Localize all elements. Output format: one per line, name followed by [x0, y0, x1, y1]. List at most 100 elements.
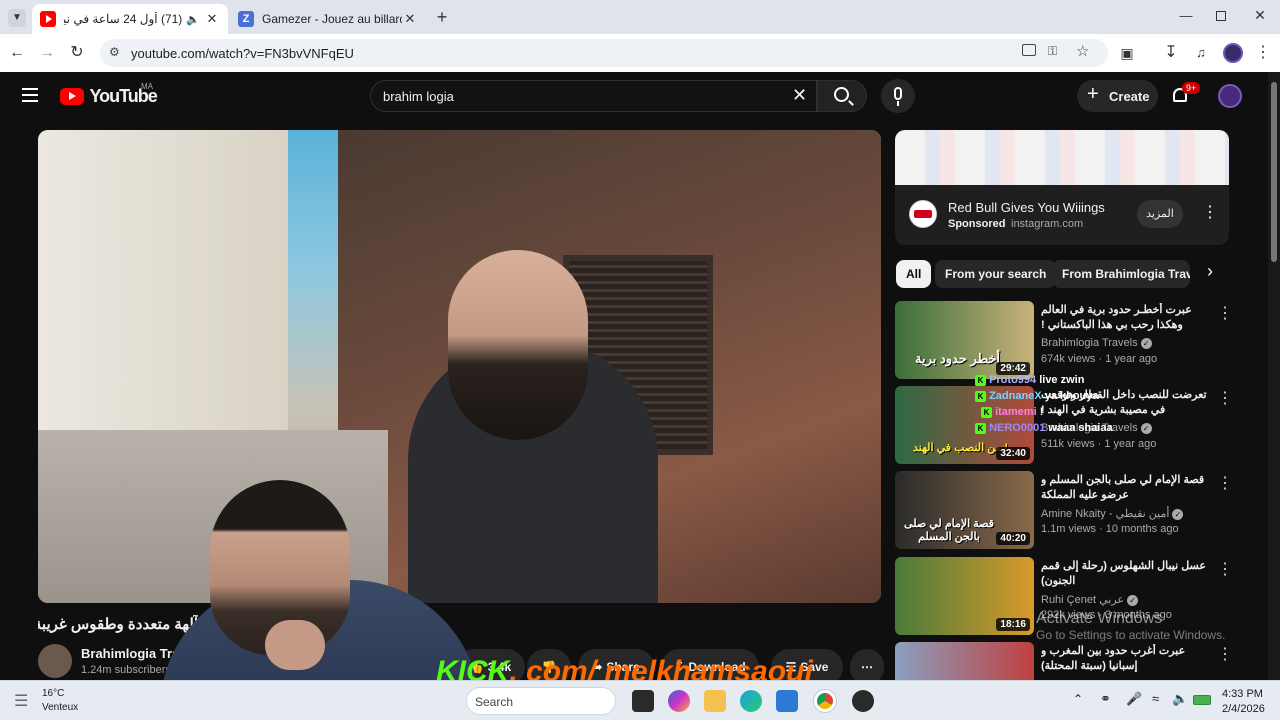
- close-tab-icon[interactable]: ✕: [204, 11, 220, 27]
- notification-badge: 9+: [1182, 82, 1201, 94]
- ad-card[interactable]: Red Bull Gives You Wiiings Sponsored · i…: [895, 130, 1229, 245]
- thumbnail-caption: أخطر حدود برية: [915, 351, 1001, 366]
- address-bar[interactable]: ⚙ youtube.com/watch?v=FN3bvVNFqEU ⚿ ☆: [100, 39, 1108, 67]
- system-tray-chevron-icon[interactable]: ⌃: [1073, 692, 1083, 706]
- copilot-icon[interactable]: [668, 690, 690, 712]
- video-title[interactable]: عبرت أغرب حدود بين المغرب و إسبانيا (سبت…: [1041, 644, 1211, 674]
- youtube-favicon-icon: [40, 11, 56, 27]
- task-view-icon[interactable]: [632, 690, 654, 712]
- more-options-icon[interactable]: ⋮: [1217, 644, 1233, 664]
- guide-menu-icon[interactable]: [22, 88, 38, 102]
- clock-date[interactable]: 2/4/2026: [1222, 703, 1265, 715]
- weather-icon[interactable]: ☰: [14, 691, 28, 711]
- video-meta: 511k views · 1 year ago: [1041, 438, 1157, 450]
- chat-message: K NERO0001 waaa shaiaa: [975, 422, 1135, 438]
- more-options-icon[interactable]: ⋮: [1217, 473, 1233, 493]
- search-input[interactable]: brahim logia ✕: [370, 80, 817, 112]
- streamer-hand: [265, 620, 325, 670]
- site-info-icon[interactable]: ⚙: [109, 45, 120, 59]
- back-icon[interactable]: ←: [6, 42, 28, 64]
- video-thumbnail[interactable]: [895, 642, 1034, 680]
- store-icon[interactable]: [776, 690, 798, 712]
- verified-icon: ✓: [1172, 508, 1184, 520]
- volume-icon[interactable]: 🔈: [1172, 691, 1188, 707]
- channel-name[interactable]: Ruhi Çenet عربي ✓: [1041, 593, 1138, 606]
- thumbnail-caption: قصة الإمام لي صلى بالجن المسلم: [904, 518, 994, 543]
- chip-all[interactable]: All: [896, 260, 932, 288]
- install-app-icon[interactable]: [1022, 44, 1036, 56]
- scrollbar-thumb[interactable]: [1271, 82, 1277, 262]
- chips-next-icon[interactable]: ›: [1200, 261, 1220, 287]
- search-button[interactable]: [817, 80, 867, 112]
- url-text: youtube.com/watch?v=FN3bvVNFqEU: [131, 46, 354, 61]
- activate-windows-title: Activate Windows: [1036, 610, 1163, 627]
- battery-icon[interactable]: [1193, 695, 1211, 705]
- chat-overlay: K Proto994 live zwin K ZadnaneX ya khouy…: [975, 374, 1135, 438]
- bookmark-star-icon[interactable]: ☆: [1076, 42, 1089, 60]
- more-options-icon[interactable]: ⋮: [1217, 303, 1233, 323]
- ad-banner-image: [895, 130, 1229, 185]
- taskbar-search-box[interactable]: Search: [466, 687, 616, 715]
- obs-icon[interactable]: [852, 690, 874, 712]
- microphone-tray-icon[interactable]: 🎤: [1126, 691, 1142, 707]
- extensions-icon[interactable]: ▣: [1116, 42, 1138, 64]
- downloads-icon[interactable]: ↧: [1160, 42, 1182, 64]
- duration-badge: 18:16: [996, 618, 1030, 631]
- new-tab-button[interactable]: +: [432, 6, 452, 28]
- video-title[interactable]: عبرت أخطـر حدود برية في العالم وهكذا رحب…: [1041, 303, 1211, 335]
- list-item[interactable]: أخطر حدود برية 29:42 عبرت أخطـر حدود بري…: [895, 301, 1235, 381]
- reload-icon[interactable]: ↻: [66, 42, 88, 64]
- media-control-icon[interactable]: ♫: [1190, 42, 1212, 64]
- video-thumbnail[interactable]: 18:16: [895, 557, 1034, 635]
- edge-icon[interactable]: [740, 690, 762, 712]
- tab-search-button[interactable]: ▼: [8, 9, 26, 27]
- chrome-icon[interactable]: [814, 690, 836, 712]
- video-title[interactable]: عسل نيبال الشهلوس (رحلة إلى قمم الجنون): [1041, 559, 1211, 589]
- tab-gamezer[interactable]: Z Gamezer - Jouez au billard, aux ✕: [230, 4, 426, 34]
- clock-time[interactable]: 4:33 PM: [1222, 688, 1263, 700]
- channel-name[interactable]: Brahimlogia Travels ✓: [1041, 337, 1152, 349]
- tab-youtube[interactable]: (71) أول 24 ساعة في نيبال: 🔈 ✕: [32, 4, 228, 34]
- create-label: Create: [1109, 89, 1150, 104]
- gamezer-favicon-icon: Z: [238, 11, 254, 27]
- network-icon[interactable]: ⚭: [1100, 691, 1111, 707]
- clear-search-icon[interactable]: ✕: [792, 85, 807, 106]
- chip-from-channel[interactable]: From Brahimlogia Travels: [1052, 260, 1190, 288]
- chip-from-your-search[interactable]: From your search: [935, 260, 1057, 288]
- file-explorer-icon[interactable]: [704, 690, 726, 712]
- ad-cta-button[interactable]: المزيد: [1137, 200, 1183, 228]
- ad-more-icon[interactable]: ⋮: [1202, 202, 1218, 222]
- list-item[interactable]: قصة الإمام لي صلى بالجن المسلم 40:20 قصة…: [895, 471, 1235, 551]
- subscriber-count: 1.24m subscribers: [81, 664, 171, 676]
- voice-search-button[interactable]: [881, 79, 915, 113]
- forward-icon[interactable]: →: [36, 42, 58, 64]
- account-avatar[interactable]: [1218, 84, 1242, 108]
- notifications-button[interactable]: 9+: [1170, 82, 1201, 110]
- wifi-icon[interactable]: ≈: [1152, 691, 1159, 706]
- video-thumbnail[interactable]: أخطر حدود برية 29:42: [895, 301, 1034, 379]
- channel-avatar[interactable]: [38, 644, 72, 678]
- channel-name[interactable]: Amine Nkaity - أمين نقيطي ✓: [1041, 507, 1184, 520]
- activate-windows-subtitle: Go to Settings to activate Windows.: [1036, 628, 1226, 642]
- video-meta: 674k views · 1 year ago: [1041, 353, 1158, 365]
- more-options-icon[interactable]: ⋮: [1217, 559, 1233, 579]
- more-options-icon[interactable]: ⋮: [1217, 388, 1233, 408]
- ad-title[interactable]: Red Bull Gives You Wiiings: [948, 200, 1105, 215]
- maximize-button[interactable]: [1216, 11, 1226, 21]
- password-key-icon[interactable]: ⚿: [1048, 44, 1057, 59]
- video-title[interactable]: قصة الإمام لي صلى بالجن المسلم و عرضو عل…: [1041, 473, 1211, 503]
- minimize-button[interactable]: —: [1176, 8, 1196, 23]
- profile-avatar[interactable]: [1223, 43, 1243, 63]
- create-button[interactable]: + Create: [1077, 80, 1158, 112]
- browser-menu-icon[interactable]: ⋮: [1252, 42, 1274, 64]
- close-tab-icon[interactable]: ✕: [402, 11, 418, 27]
- weather-temp[interactable]: 16°C: [42, 688, 64, 699]
- audio-playing-icon[interactable]: 🔈: [186, 13, 200, 26]
- list-item[interactable]: عبرت أغرب حدود بين المغرب و إسبانيا (سبت…: [895, 642, 1235, 680]
- page-scrollbar[interactable]: [1268, 72, 1280, 680]
- close-window-button[interactable]: ✕: [1250, 7, 1270, 24]
- browser-tab-bar: ▼ (71) أول 24 ساعة في نيبال: 🔈 ✕ Z Gamez…: [0, 0, 1280, 34]
- ad-sponsored-label: Sponsored: [948, 218, 1006, 230]
- youtube-logo[interactable]: YouTube MA: [60, 82, 158, 108]
- video-thumbnail[interactable]: قصة الإمام لي صلى بالجن المسلم 40:20: [895, 471, 1034, 549]
